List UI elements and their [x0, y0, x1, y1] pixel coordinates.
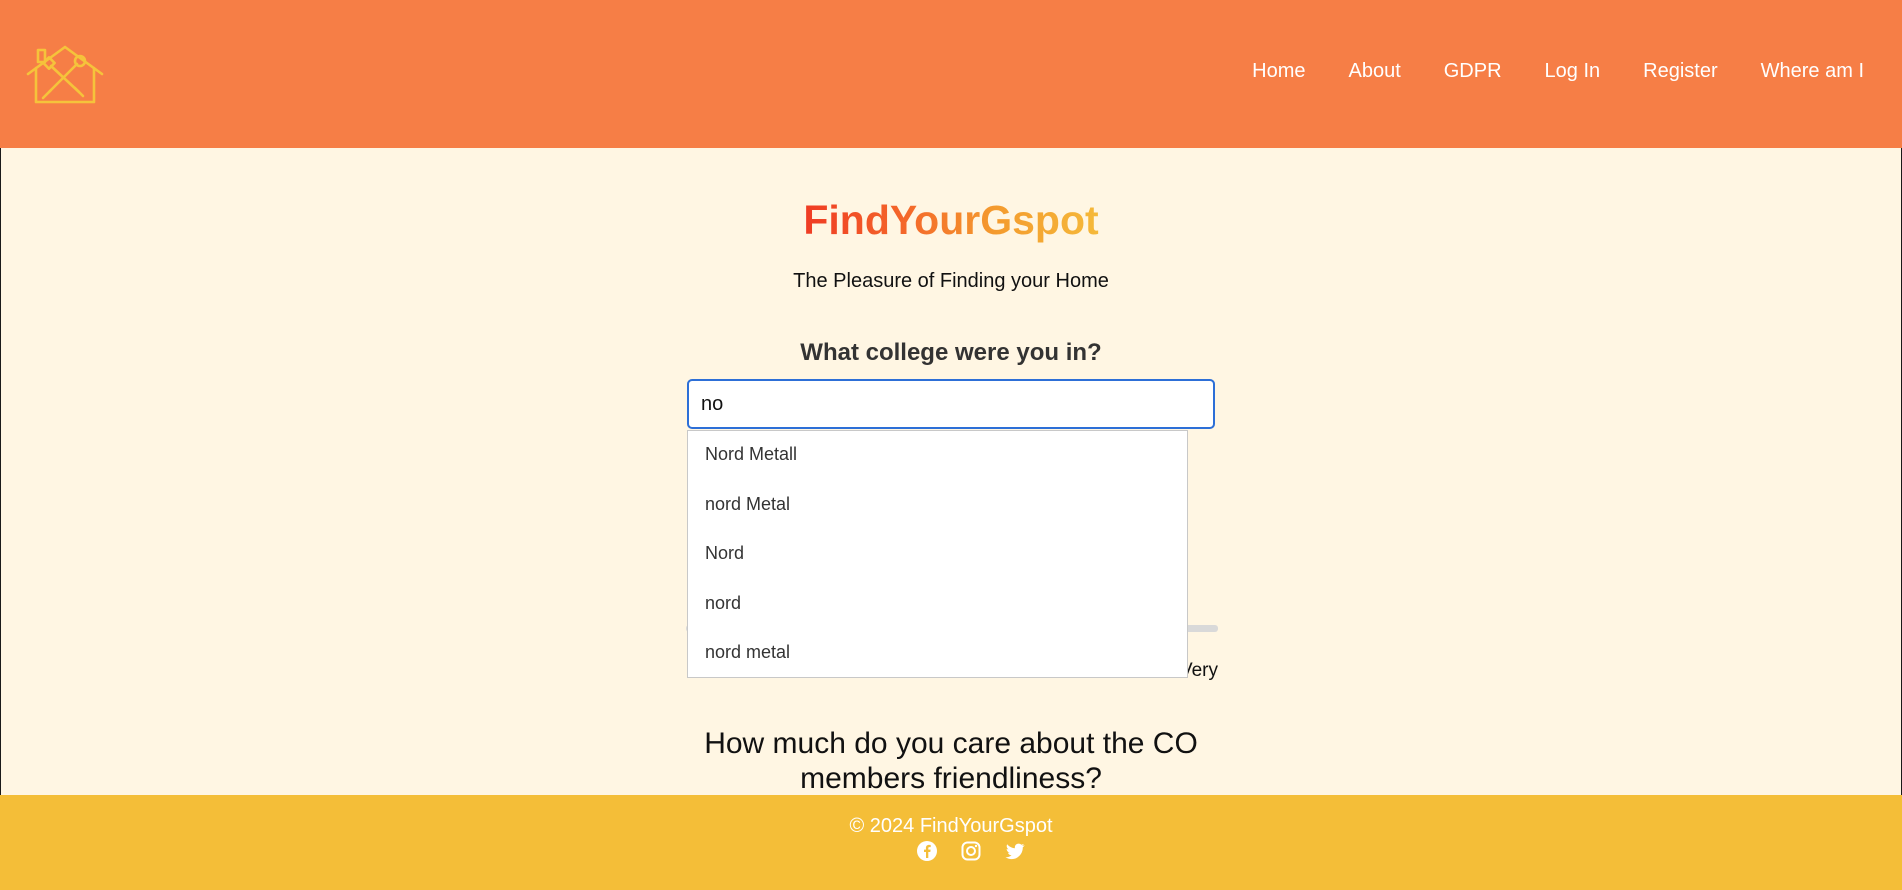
college-input-wrapper — [687, 379, 1215, 429]
nav-gdpr-link[interactable]: GDPR — [1444, 60, 1502, 83]
nav-about-link[interactable]: About — [1348, 60, 1400, 83]
college-input[interactable] — [687, 379, 1215, 429]
social-links — [916, 840, 1026, 862]
suggestion-item[interactable]: nord metal — [688, 629, 1187, 679]
copyright-text: © 2024 FindYourGspot — [849, 815, 1053, 837]
site-title: FindYourGspot — [803, 197, 1099, 243]
nav-register-link[interactable]: Register — [1643, 60, 1717, 83]
site-footer: © 2024 FindYourGspot — [0, 795, 1902, 890]
instagram-icon[interactable] — [960, 840, 982, 862]
suggestion-item[interactable]: Nord — [688, 530, 1187, 580]
nav-home-link[interactable]: Home — [1252, 60, 1305, 83]
friendliness-question-text: How much do you care about the CO member… — [704, 727, 1198, 795]
house-tools-logo-icon[interactable] — [25, 44, 105, 106]
suggestion-item[interactable]: nord Metal — [688, 481, 1187, 531]
friendliness-question: How much do you care about the CO member… — [0, 726, 1902, 796]
nav-login-link[interactable]: Log In — [1545, 60, 1601, 83]
site-header: Home About GDPR Log In Register Where am… — [0, 0, 1902, 148]
college-question-label: What college were you in? — [800, 339, 1102, 366]
college-autocomplete-dropdown: Nord Metall nord Metal Nord nord nord me… — [687, 430, 1188, 678]
facebook-icon[interactable] — [916, 840, 938, 862]
nav-where-am-i-link[interactable]: Where am I — [1761, 60, 1864, 83]
site-tagline: The Pleasure of Finding your Home — [793, 270, 1109, 292]
suggestion-item[interactable]: nord — [688, 580, 1187, 630]
twitter-icon[interactable] — [1004, 840, 1026, 862]
main-nav: Home About GDPR Log In Register Where am… — [1209, 60, 1864, 83]
suggestion-item[interactable]: Nord Metall — [688, 431, 1187, 481]
